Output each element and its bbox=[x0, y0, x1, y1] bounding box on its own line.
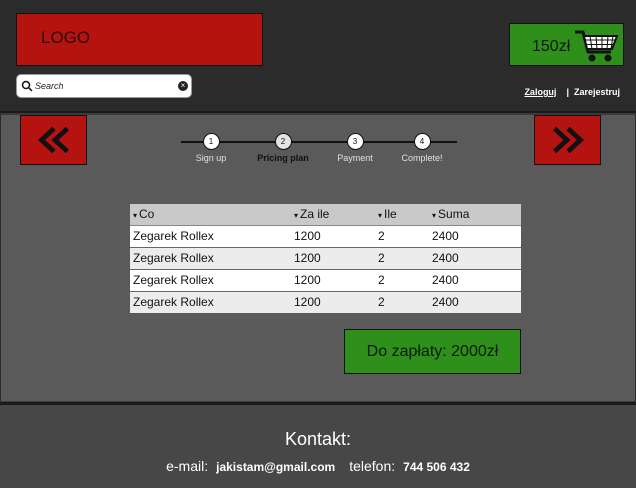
table-cell: 2 bbox=[375, 268, 429, 291]
table-cell: Zegarek Rollex bbox=[130, 290, 291, 313]
table-cell: Zegarek Rollex bbox=[130, 246, 291, 269]
sort-arrow-icon: ▾ bbox=[294, 211, 299, 221]
table-row[interactable]: Zegarek Rollex 1200 2 2400 bbox=[130, 290, 521, 313]
footer: Kontakt: e-mail: jakistam@gmail.com telefo… bbox=[0, 402, 636, 488]
step-4[interactable]: 4 Complete! bbox=[387, 133, 457, 163]
column-header-label: Ile bbox=[384, 207, 397, 222]
step-label: Payment bbox=[337, 153, 373, 163]
table-row[interactable]: Zegarek Rollex 1200 2 2400 bbox=[130, 224, 521, 247]
step-label: Complete! bbox=[401, 153, 443, 163]
table-cell: 1200 bbox=[291, 246, 375, 269]
double-chevron-right-icon bbox=[552, 126, 584, 154]
next-button[interactable] bbox=[534, 115, 601, 165]
column-header[interactable]: ▾ Za ile bbox=[291, 204, 375, 226]
step-number: 3 bbox=[346, 133, 364, 150]
table-cell: 1200 bbox=[291, 268, 375, 291]
step-number: 1 bbox=[202, 133, 220, 150]
table-cell: 2400 bbox=[429, 268, 521, 291]
email-value[interactable]: jakistam@gmail.com bbox=[216, 460, 335, 474]
sort-arrow-icon: ▾ bbox=[378, 211, 383, 221]
email-label: e-mail: bbox=[166, 458, 209, 474]
step-label: Pricing plan bbox=[257, 153, 309, 163]
page: LOGO × 150zł bbox=[0, 0, 636, 488]
search-icon bbox=[21, 80, 33, 92]
column-header-label: Za ile bbox=[300, 207, 330, 222]
main-content: 1 Sign up 2 Pricing plan 3 Payment 4 Complete! … bbox=[0, 115, 636, 401]
column-header[interactable]: ▾ Suma bbox=[429, 204, 521, 226]
search-box[interactable]: × bbox=[16, 74, 192, 98]
step-number: 2 bbox=[274, 133, 292, 150]
clear-search-icon[interactable]: × bbox=[178, 81, 188, 91]
auth-separator: | bbox=[566, 87, 569, 97]
table-row[interactable]: Zegarek Rollex 1200 2 2400 bbox=[130, 268, 521, 291]
header: LOGO × 150zł bbox=[0, 0, 636, 113]
sort-arrow-icon: ▾ bbox=[133, 211, 138, 221]
auth-links: Zaloguj | Zarejestruj bbox=[524, 87, 620, 97]
table-header-row: ▾ Co ▾ Za ile ▾ Ile ▾ Suma bbox=[130, 204, 521, 226]
phone-label: telefon: bbox=[349, 458, 396, 474]
table-body: Zegarek Rollex 1200 2 2400 Zegarek Rollex 120… bbox=[130, 224, 521, 313]
step-number: 4 bbox=[413, 133, 431, 150]
sort-arrow-icon: ▾ bbox=[432, 211, 437, 221]
progress-steps: 1 Sign up 2 Pricing plan 3 Payment 4 Complete! bbox=[181, 131, 457, 171]
table-cell: 2400 bbox=[429, 290, 521, 313]
table-cell: 2 bbox=[375, 290, 429, 313]
contact-title: Kontakt: bbox=[284, 429, 352, 449]
pay-button[interactable]: Do zapłaty: 2000zł bbox=[344, 329, 521, 374]
table-cell: 2400 bbox=[429, 224, 521, 247]
cart-total: 150zł bbox=[532, 38, 571, 55]
table-cell: 2400 bbox=[429, 246, 521, 269]
column-header[interactable]: ▾ Ile bbox=[375, 204, 429, 226]
shopping-cart-icon bbox=[575, 30, 619, 62]
logo[interactable]: LOGO bbox=[16, 13, 263, 66]
search-input[interactable] bbox=[35, 78, 175, 94]
table-cell: Zegarek Rollex bbox=[130, 224, 291, 247]
table-cell: Zegarek Rollex bbox=[130, 268, 291, 291]
step-2[interactable]: 2 Pricing plan bbox=[248, 133, 318, 163]
table-cell: 2 bbox=[375, 246, 429, 269]
login-link[interactable]: Zaloguj bbox=[524, 87, 556, 97]
column-header[interactable]: ▾ Co bbox=[130, 204, 291, 226]
step-1[interactable]: 1 Sign up bbox=[176, 133, 246, 163]
step-label: Sign up bbox=[195, 153, 227, 163]
cart-table: ▾ Co ▾ Za ile ▾ Ile ▾ Suma Zegarek Rollex 1200 2 2… bbox=[130, 204, 521, 313]
column-header-label: Suma bbox=[438, 207, 470, 222]
phone-value: 744 506 432 bbox=[403, 460, 470, 474]
cart-button[interactable]: 150zł bbox=[509, 23, 624, 66]
table-cell: 1200 bbox=[291, 290, 375, 313]
table-cell: 2 bbox=[375, 224, 429, 247]
table-cell: 1200 bbox=[291, 224, 375, 247]
column-header-label: Co bbox=[139, 207, 155, 222]
contact-row: e-mail: jakistam@gmail.com telefon: 744 506… bbox=[0, 458, 636, 474]
register-link[interactable]: Zarejestruj bbox=[574, 87, 620, 97]
double-chevron-left-icon bbox=[37, 126, 70, 154]
step-3[interactable]: 3 Payment bbox=[320, 133, 390, 163]
table-row[interactable]: Zegarek Rollex 1200 2 2400 bbox=[130, 246, 521, 269]
previous-button[interactable] bbox=[20, 115, 87, 165]
